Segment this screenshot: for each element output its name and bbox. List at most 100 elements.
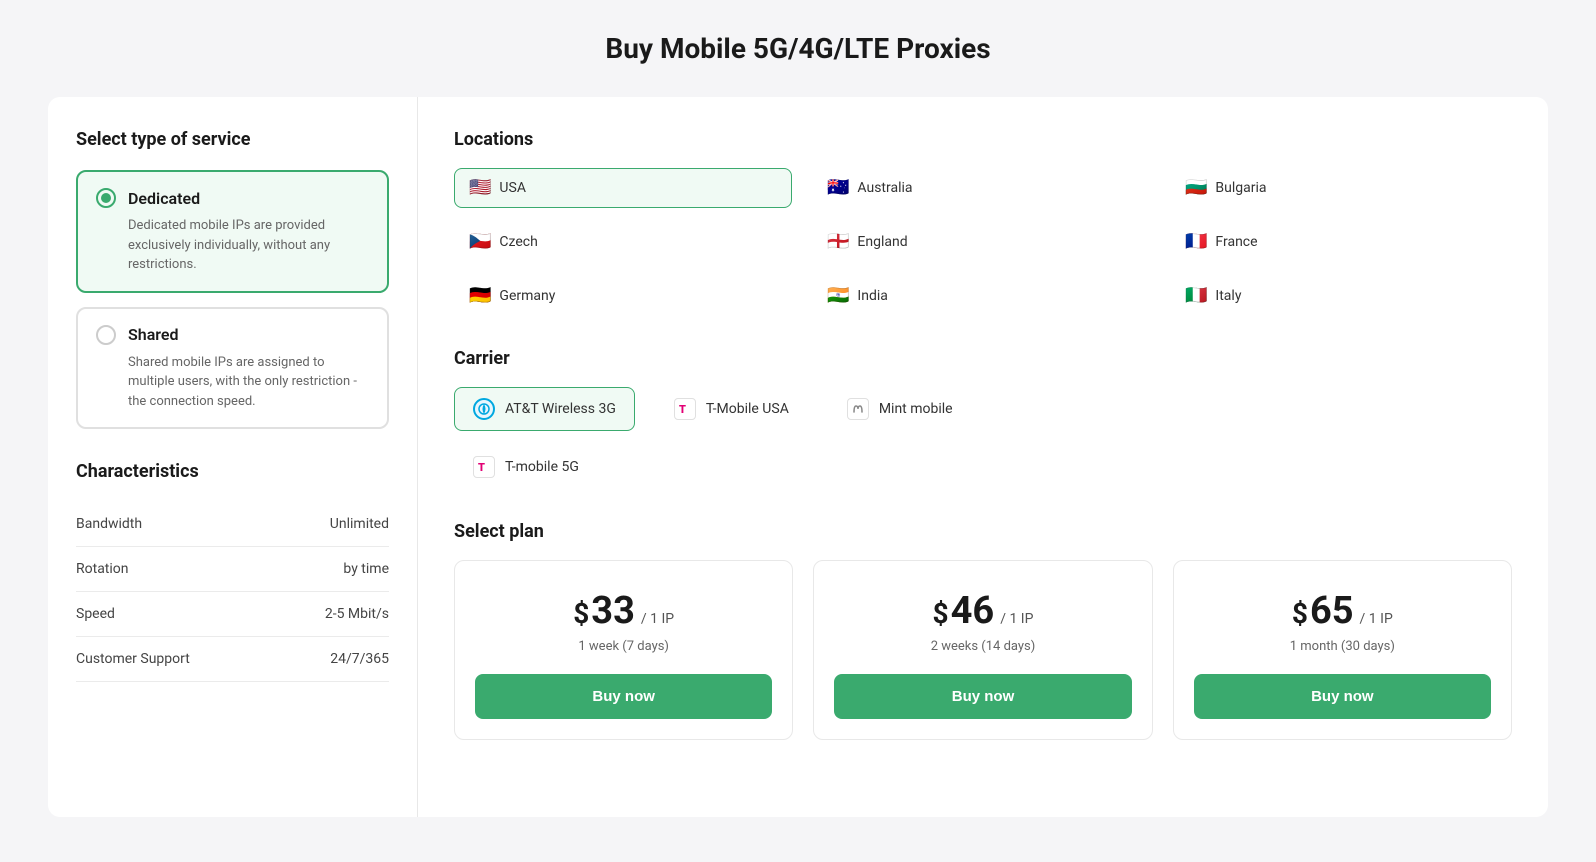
shared-label: Shared	[128, 325, 179, 344]
svg-text:T: T	[478, 461, 485, 474]
flag-icon: 🇩🇪	[469, 287, 491, 305]
per-ip-label: / 1 IP	[1360, 611, 1393, 627]
plan-card: $ 33 / 1 IP 1 week (7 days) Buy now	[454, 560, 793, 740]
char-label: Bandwidth	[76, 516, 142, 532]
per-ip-label: / 1 IP	[1000, 611, 1033, 627]
plan-amount: 65	[1310, 589, 1354, 633]
locations-grid: 🇺🇸 USA 🇦🇺 Australia 🇧🇬 Bulgaria 🇨🇿Czech 🏴󠁧󠁢󠁥󠁮󠁧󠁿…	[454, 168, 1512, 316]
locations-section: Locations 🇺🇸 USA 🇦🇺 Australia 🇧🇬 Bulgaria 🇨🇿Cz…	[454, 129, 1512, 316]
location-name: USA	[499, 180, 526, 196]
char-row: Speed 2-5 Mbit/s	[76, 592, 389, 637]
plan-section: Select plan $ 33 / 1 IP 1 week (7 days) …	[454, 521, 1512, 740]
dedicated-label: Dedicated	[128, 189, 200, 208]
location-name: Australia	[857, 180, 912, 196]
char-value: by time	[343, 561, 389, 577]
flag-icon: 🇧🇬	[1185, 179, 1207, 197]
carrier-item[interactable]: AT&T Wireless 3G	[454, 387, 635, 431]
char-label: Rotation	[76, 561, 129, 577]
left-panel: Select type of service Dedicated Dedicat…	[48, 97, 418, 817]
plan-price: $ 46 / 1 IP	[933, 589, 1034, 633]
carrier-name: T-mobile 5G	[505, 459, 579, 475]
per-ip-label: / 1 IP	[641, 611, 674, 627]
char-value: Unlimited	[330, 516, 389, 532]
carrier-grid: AT&T Wireless 3G T T-Mobile USA Mint mob…	[454, 387, 1512, 489]
char-value: 24/7/365	[330, 651, 389, 667]
flag-icon: 🇫🇷	[1185, 233, 1207, 251]
location-item[interactable]: 🏴󠁧󠁢󠁥󠁮󠁧󠁿 England	[812, 222, 1150, 262]
plan-title: Select plan	[454, 521, 1512, 542]
dedicated-desc: Dedicated mobile IPs are provided exclus…	[96, 216, 369, 275]
locations-title: Locations	[454, 129, 1512, 150]
dedicated-option[interactable]: Dedicated Dedicated mobile IPs are provi…	[76, 170, 389, 293]
location-item[interactable]: 🇫🇷 France	[1170, 222, 1508, 262]
dedicated-radio-inner	[101, 193, 111, 203]
plans-grid: $ 33 / 1 IP 1 week (7 days) Buy now $ 46…	[454, 560, 1512, 740]
plan-price: $ 65 / 1 IP	[1292, 589, 1393, 633]
flag-icon: 🏴󠁧󠁢󠁥󠁮󠁧󠁿	[827, 233, 849, 251]
dollar-sign: $	[573, 597, 589, 630]
characteristics-title: Characteristics	[76, 461, 389, 482]
att-icon	[473, 398, 495, 420]
char-row: Customer Support 24/7/365	[76, 637, 389, 682]
dedicated-header: Dedicated	[96, 188, 369, 208]
service-section-title: Select type of service	[76, 129, 389, 150]
location-item[interactable]: 🇨🇿Czech	[454, 222, 792, 262]
flag-icon: 🇮🇳	[827, 287, 849, 305]
carrier-name: AT&T Wireless 3G	[505, 401, 616, 417]
flag-icon: 🇦🇺	[827, 179, 849, 197]
buy-now-button[interactable]: Buy now	[1194, 674, 1491, 719]
char-row: Bandwidth Unlimited	[76, 502, 389, 547]
carrier-title: Carrier	[454, 348, 1512, 369]
mint-icon	[847, 398, 869, 420]
location-item[interactable]: 🇺🇸 USA	[454, 168, 792, 208]
plan-price: $ 33 / 1 IP	[573, 589, 674, 633]
plan-amount: 46	[951, 589, 995, 633]
dedicated-radio[interactable]	[96, 188, 116, 208]
tmobile-icon: T	[674, 398, 696, 420]
plan-amount: 33	[591, 589, 635, 633]
location-item[interactable]: 🇦🇺 Australia	[812, 168, 1150, 208]
page-title: Buy Mobile 5G/4G/LTE Proxies	[48, 32, 1548, 65]
flag-icon: 🇺🇸	[469, 179, 491, 197]
carrier-name: Mint mobile	[879, 401, 953, 417]
plan-card: $ 65 / 1 IP 1 month (30 days) Buy now	[1173, 560, 1512, 740]
characteristics-table: Bandwidth Unlimited Rotation by time Speed 2-…	[76, 502, 389, 682]
svg-text:T: T	[679, 403, 686, 416]
location-name: Italy	[1215, 288, 1241, 304]
dollar-sign: $	[933, 597, 949, 630]
location-item[interactable]: 🇩🇪 Germany	[454, 276, 792, 316]
buy-now-button[interactable]: Buy now	[834, 674, 1131, 719]
char-row: Rotation by time	[76, 547, 389, 592]
location-name: Germany	[499, 288, 555, 304]
tmobile-icon: T	[473, 456, 495, 478]
plan-card: $ 46 / 1 IP 2 weeks (14 days) Buy now	[813, 560, 1152, 740]
location-item[interactable]: 🇮🇹 Italy	[1170, 276, 1508, 316]
characteristics-section: Characteristics Bandwidth Unlimited Rotati…	[76, 461, 389, 682]
location-item[interactable]: 🇮🇳India	[812, 276, 1150, 316]
plan-duration: 2 weeks (14 days)	[931, 639, 1036, 654]
location-name: Czech	[499, 234, 537, 250]
location-name: Bulgaria	[1215, 180, 1266, 196]
carrier-section: Carrier AT&T Wireless 3G T T-Mobile USA …	[454, 348, 1512, 489]
shared-desc: Shared mobile IPs are assigned to multip…	[96, 353, 369, 412]
location-item[interactable]: 🇧🇬 Bulgaria	[1170, 168, 1508, 208]
shared-radio[interactable]	[96, 325, 116, 345]
plan-duration: 1 week (7 days)	[578, 639, 669, 654]
location-name: England	[857, 234, 907, 250]
plan-duration: 1 month (30 days)	[1290, 639, 1395, 654]
flag-icon: 🇮🇹	[1185, 287, 1207, 305]
location-name: France	[1215, 234, 1257, 250]
shared-header: Shared	[96, 325, 369, 345]
dollar-sign: $	[1292, 597, 1308, 630]
char-label: Speed	[76, 606, 115, 622]
carrier-name: T-Mobile USA	[706, 401, 789, 417]
char-value: 2-5 Mbit/s	[325, 606, 389, 622]
right-panel: Locations 🇺🇸 USA 🇦🇺 Australia 🇧🇬 Bulgaria 🇨🇿Cz…	[418, 97, 1548, 817]
buy-now-button[interactable]: Buy now	[475, 674, 772, 719]
main-card: Select type of service Dedicated Dedicat…	[48, 97, 1548, 817]
carrier-item[interactable]: T T-mobile 5G	[454, 445, 635, 489]
carrier-item[interactable]: Mint mobile	[828, 387, 972, 431]
carrier-item[interactable]: T T-Mobile USA	[655, 387, 808, 431]
char-label: Customer Support	[76, 651, 190, 667]
shared-option[interactable]: Shared Shared mobile IPs are assigned to…	[76, 307, 389, 430]
